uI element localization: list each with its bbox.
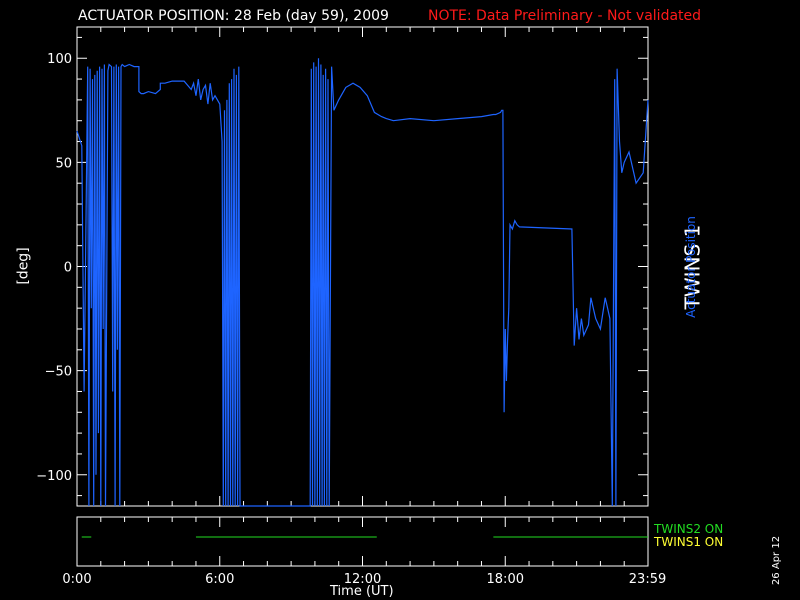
x-tick-label: 23:59 <box>629 572 666 587</box>
date-stamp: 26 Apr 12 <box>771 535 783 586</box>
y-tick-label: 100 <box>47 52 72 67</box>
twins1-status-label: TWINS1 ON <box>654 535 724 549</box>
x-axis-status-ticks <box>76 517 649 566</box>
series-label: Actuator Position <box>683 216 698 318</box>
x-axis-label: Time (UT) <box>330 584 394 599</box>
y-tick-label: −100 <box>36 469 72 484</box>
chart-title: ACTUATOR POSITION: 28 Feb (day 59), 2009 <box>78 8 389 24</box>
y-axis: −100 −50 0 50 100 <box>36 36 648 497</box>
y-tick-label: 50 <box>55 156 72 171</box>
y-tick-label: −50 <box>45 365 72 380</box>
main-plot-frame <box>76 26 649 507</box>
x-tick-label: 18:00 <box>487 572 524 587</box>
y-tick-label: 0 <box>64 261 72 276</box>
y-axis-label: [deg] <box>15 247 32 285</box>
actuator-position-series <box>76 58 649 507</box>
x-tick-label: 6:00 <box>205 572 234 587</box>
preliminary-note: NOTE: Data Preliminary - Not validated <box>428 8 702 24</box>
x-tick-label: 0:00 <box>62 572 91 587</box>
twins2-status-label: TWINS2 ON <box>654 522 724 536</box>
x-axis-main-ticks <box>76 27 649 506</box>
